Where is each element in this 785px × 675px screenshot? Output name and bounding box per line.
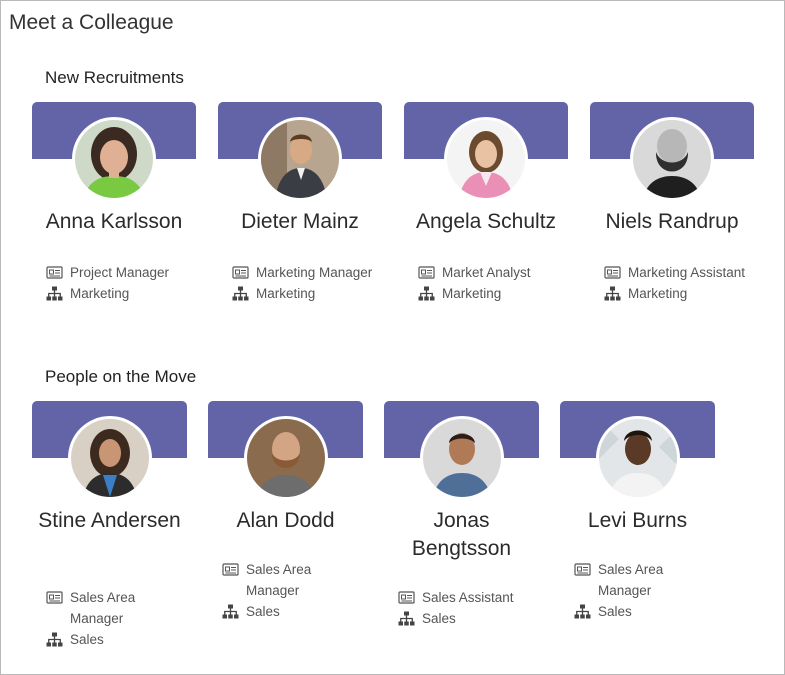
section-title-new-recruitments: New Recruitments [45,68,184,87]
avatar [595,416,680,500]
person-department: Marketing [256,286,316,301]
role-row: Marketing Manager [232,262,378,283]
person-card-angela-schultz[interactable]: Angela Schultz Market Analyst Marketing [404,102,568,332]
person-name: Angela Schultz [415,210,557,233]
person-name: Alan Dodd [236,509,335,532]
role-row: Sales Area Manager [222,559,359,601]
meet-a-colleague-panel: Meet a Colleague New Recruitments Anna K… [0,0,785,675]
role-row: Project Manager [46,262,192,283]
person-role: Marketing Assistant [628,265,746,280]
id-card-icon [398,590,415,605]
avatar [72,117,156,201]
person-role: Sales Assistant [422,590,514,605]
department-row: Marketing [46,283,192,304]
org-chart-icon [46,286,63,301]
department-row: Sales [46,629,183,650]
id-card-icon [604,265,621,280]
org-chart-icon [222,604,239,619]
person-department: Sales [246,604,280,619]
bearded-man-bw-photo [633,120,711,198]
person-meta: Marketing Assistant Marketing [604,262,750,304]
avatar [243,416,328,500]
org-chart-icon [574,604,591,619]
org-chart-icon [418,286,435,301]
person-name: Stine Andersen [38,509,181,532]
id-card-icon [222,562,239,577]
man-smiling-photo [422,419,501,497]
person-department: Sales [70,632,104,647]
org-chart-icon [604,286,621,301]
role-row: Sales Area Manager [46,587,183,629]
avatar [258,117,342,201]
person-card-anna-karlsson[interactable]: Anna Karlsson Project Manager Marketing [32,102,196,332]
person-card-jonas-bengtsson[interactable]: Jonas Bengtsson Sales Assistant Sales [384,401,539,641]
person-department: Marketing [628,286,688,301]
person-role: Sales Area Manager [70,590,136,626]
section-title-people-on-the-move: People on the Move [45,367,197,386]
role-row: Sales Assistant [398,587,535,608]
person-role: Project Manager [70,265,170,280]
person-name: Anna Karlsson [45,210,183,233]
department-row: Marketing [418,283,564,304]
department-row: Marketing [232,283,378,304]
department-row: Sales [398,608,535,629]
woman-smiling-photo [75,120,153,198]
department-row: Marketing [604,283,750,304]
avatar [630,117,714,201]
id-card-icon [418,265,435,280]
person-department: Sales [422,611,456,626]
person-meta: Sales Area Manager Sales [222,559,359,622]
org-chart-icon [232,286,249,301]
person-department: Sales [598,604,632,619]
person-meta: Sales Area Manager Sales [46,587,183,650]
department-row: Sales [222,601,359,622]
role-row: Sales Area Manager [574,559,711,601]
id-card-icon [46,265,63,280]
person-name: Jonas Bengtsson [411,509,512,560]
person-card-niels-randrup[interactable]: Niels Randrup Marketing Assistant Market… [590,102,754,332]
avatar [419,416,504,500]
person-role: Sales Area Manager [246,562,312,598]
person-role: Sales Area Manager [598,562,664,598]
bearded-man-photo [246,419,325,497]
woman-pink-blazer-photo [447,120,525,198]
id-card-icon [574,562,591,577]
avatar [444,117,528,201]
person-meta: Market Analyst Marketing [418,262,564,304]
person-meta: Sales Area Manager Sales [574,559,711,622]
page-title: Meet a Colleague [9,11,174,34]
person-card-stine-andersen[interactable]: Stine Andersen Sales Area Manager Sales [32,401,187,661]
person-card-levi-burns[interactable]: Levi Burns Sales Area Manager Sales [560,401,715,641]
person-meta: Marketing Manager Marketing [232,262,378,304]
person-department: Marketing [442,286,502,301]
org-chart-icon [398,611,415,626]
person-meta: Sales Assistant Sales [398,587,535,629]
avatar [67,416,152,500]
id-card-icon [46,590,63,605]
woman-curly-hair-photo [70,419,149,497]
person-role: Market Analyst [442,265,531,280]
person-role: Marketing Manager [256,265,373,280]
person-name: Levi Burns [587,509,688,532]
man-in-suit-photo [261,120,339,198]
person-name: Dieter Mainz [241,210,359,233]
org-chart-icon [46,632,63,647]
role-row: Market Analyst [418,262,564,283]
person-name: Niels Randrup [605,210,739,233]
department-row: Sales [574,601,711,622]
person-card-dieter-mainz[interactable]: Dieter Mainz Marketing Manager Marketing [218,102,382,332]
man-white-shirt-photo [598,419,677,497]
role-row: Marketing Assistant [604,262,750,283]
person-meta: Project Manager Marketing [46,262,192,304]
person-department: Marketing [70,286,130,301]
person-card-alan-dodd[interactable]: Alan Dodd Sales Area Manager Sales [208,401,363,641]
id-card-icon [232,265,249,280]
